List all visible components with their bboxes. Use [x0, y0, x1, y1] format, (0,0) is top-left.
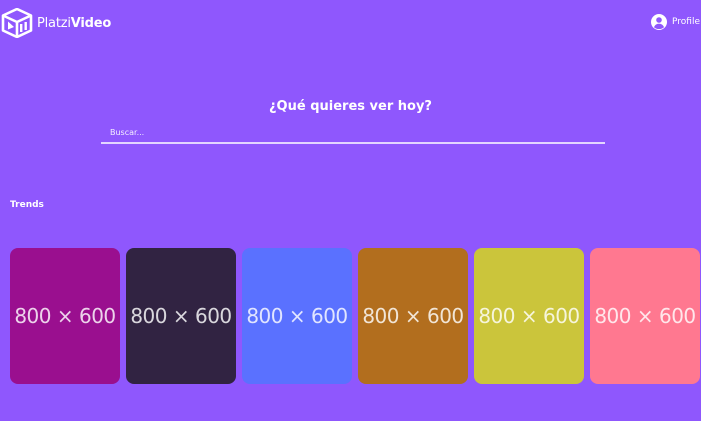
- carousel-item-label: 800 × 600: [362, 304, 464, 328]
- logo-text-light: Platzi: [37, 15, 71, 31]
- carousel-item[interactable]: 800 × 600: [242, 248, 352, 384]
- user-circle-icon: [651, 14, 668, 30]
- logo-text-bold: Video: [70, 15, 112, 31]
- carousel-item-label: 800 × 600: [246, 304, 348, 328]
- trends-carousel: 800 × 600 800 × 600 800 × 600 800 × 600 …: [10, 248, 700, 384]
- logo-text: PlatziVideo: [37, 17, 111, 30]
- carousel-item[interactable]: 800 × 600: [474, 248, 584, 384]
- cube-logo-icon: [1, 8, 33, 38]
- trends-title: Trends: [10, 200, 44, 210]
- carousel-item[interactable]: 800 × 600: [358, 248, 468, 384]
- header: PlatziVideo Profile: [0, 0, 701, 46]
- search-input[interactable]: [101, 122, 605, 144]
- carousel-item-label: 800 × 600: [594, 304, 696, 328]
- profile-label: Profile: [672, 16, 700, 27]
- profile-menu[interactable]: Profile: [651, 14, 700, 30]
- logo[interactable]: PlatziVideo: [1, 8, 111, 38]
- carousel-item[interactable]: 800 × 600: [126, 248, 236, 384]
- search-title: ¿Qué quieres ver hoy?: [269, 99, 432, 114]
- carousel-item-label: 800 × 600: [130, 304, 232, 328]
- carousel-item[interactable]: 800 × 600: [590, 248, 700, 384]
- carousel-item[interactable]: 800 × 600: [10, 248, 120, 384]
- carousel-item-label: 800 × 600: [478, 304, 580, 328]
- carousel-item-label: 800 × 600: [14, 304, 116, 328]
